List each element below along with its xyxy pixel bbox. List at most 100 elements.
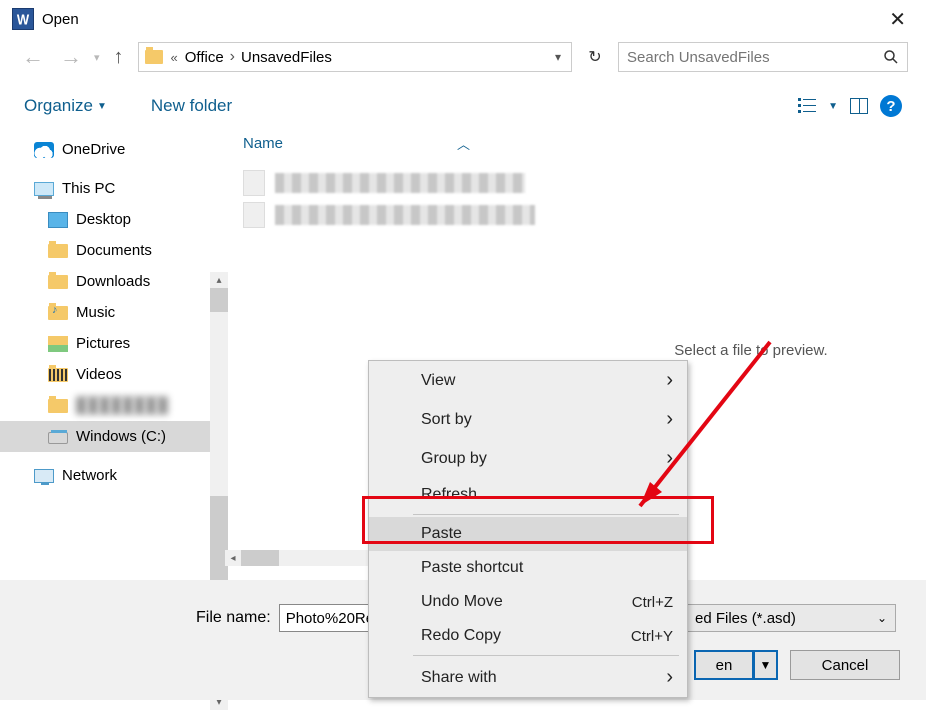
file-type-filter[interactable]: ed Files (*.asd) ⌄	[686, 604, 896, 632]
up-button[interactable]: ↑	[108, 46, 130, 69]
address-bar[interactable]: « Office › UnsavedFiles ▾	[138, 42, 572, 72]
word-app-icon: W	[12, 8, 34, 30]
toolbar: Organize ▼ New folder ▼ ?	[0, 82, 926, 130]
breadcrumb-seg-office[interactable]: Office	[179, 49, 230, 66]
folder-icon	[48, 275, 68, 289]
title-bar: W Open ✕	[0, 0, 926, 38]
open-label: en	[716, 657, 733, 674]
file-name-label: File name:	[196, 609, 271, 627]
nav-tree: OneDrive This PC Desktop Documents Downl…	[0, 130, 210, 570]
view-mode-button[interactable]	[798, 98, 816, 114]
tree-desktop[interactable]: Desktop	[0, 204, 210, 235]
folder-icon	[48, 244, 68, 258]
folder-icon	[145, 50, 163, 64]
preview-message: Select a file to preview.	[674, 342, 827, 359]
folder-icon	[48, 399, 68, 413]
open-button[interactable]: en	[694, 650, 754, 680]
tree-label: Videos	[76, 366, 122, 383]
address-dropdown[interactable]: ▾	[551, 50, 565, 64]
tree-onedrive[interactable]: OneDrive	[0, 134, 210, 165]
submenu-arrow-icon: ›	[666, 447, 673, 470]
chevron-down-icon: ⌄	[877, 611, 887, 625]
view-controls: ▼ ?	[798, 95, 902, 117]
ctx-paste-shortcut[interactable]: Paste shortcut	[369, 551, 687, 585]
ctx-label: Share with	[421, 669, 497, 687]
ctx-label: Paste	[421, 525, 462, 543]
ctx-group-by[interactable]: Group by›	[369, 439, 687, 478]
submenu-arrow-icon: ›	[666, 666, 673, 689]
tree-documents[interactable]: Documents	[0, 235, 210, 266]
tree-downloads[interactable]: Downloads	[0, 266, 210, 297]
ctx-label: Refresh	[421, 486, 477, 504]
new-folder-button[interactable]: New folder	[151, 96, 232, 116]
pc-icon	[34, 182, 54, 196]
ctx-shortcut: Ctrl+Z	[632, 594, 673, 611]
tree-label: This PC	[62, 180, 115, 197]
desktop-icon	[48, 212, 68, 228]
file-icon	[243, 202, 265, 228]
sort-indicator-icon[interactable]: ︿	[457, 134, 470, 153]
refresh-button[interactable]: ↻	[580, 42, 610, 72]
tree-label: OneDrive	[62, 141, 125, 158]
column-name[interactable]: Name	[243, 135, 283, 152]
forward-button[interactable]: →	[56, 44, 86, 70]
network-icon	[34, 469, 54, 483]
tree-windows-c[interactable]: Windows (C:)	[0, 421, 210, 452]
path-overflow-chevron[interactable]: «	[167, 50, 179, 65]
search-input[interactable]	[627, 49, 883, 66]
pictures-folder-icon	[48, 336, 68, 352]
back-button[interactable]: ←	[18, 44, 48, 70]
column-headers: Name ︿	[243, 130, 576, 167]
ctx-sort-by[interactable]: Sort by ›	[369, 400, 687, 439]
scroll-left-arrow[interactable]: ◂	[225, 553, 241, 564]
ctx-view[interactable]: View ›	[369, 361, 687, 400]
help-button[interactable]: ?	[880, 95, 902, 117]
filter-label: ed Files (*.asd)	[695, 610, 796, 627]
ctx-refresh[interactable]: Refresh	[369, 478, 687, 512]
open-split-button[interactable]: ▼	[754, 650, 778, 680]
music-folder-icon	[48, 306, 68, 320]
search-box[interactable]	[618, 42, 908, 72]
ctx-redo-copy[interactable]: Redo CopyCtrl+Y	[369, 619, 687, 653]
tree-this-pc[interactable]: This PC	[0, 173, 210, 204]
cloud-icon	[34, 142, 54, 158]
tree-videos[interactable]: Videos	[0, 359, 210, 390]
tree-network[interactable]: Network	[0, 460, 210, 491]
navigation-bar: ← → ▾ ↑ « Office › UnsavedFiles ▾ ↻	[0, 38, 926, 82]
drive-icon	[48, 432, 68, 444]
videos-folder-icon	[48, 368, 68, 382]
scrollbar-thumb[interactable]	[241, 550, 279, 566]
ctx-label: Undo Move	[421, 593, 503, 611]
tree-label: Windows (C:)	[76, 428, 166, 445]
file-row[interactable]	[243, 199, 576, 231]
tree-pictures[interactable]: Pictures	[0, 328, 210, 359]
dialog-title: Open	[42, 11, 79, 28]
ctx-paste[interactable]: Paste	[369, 517, 687, 551]
submenu-arrow-icon: ›	[666, 369, 673, 392]
tree-label: Pictures	[76, 335, 130, 352]
tree-label: Downloads	[76, 273, 150, 290]
file-icon	[243, 170, 265, 196]
ctx-label: Sort by	[421, 411, 472, 429]
cancel-button[interactable]: Cancel	[790, 650, 900, 680]
tree-label-redacted: ████████	[76, 397, 169, 414]
submenu-arrow-icon: ›	[666, 408, 673, 431]
view-mode-dropdown[interactable]: ▼	[828, 101, 838, 112]
ctx-shortcut: Ctrl+Y	[631, 628, 673, 645]
close-button[interactable]: ✕	[881, 7, 914, 32]
chevron-down-icon: ▼	[97, 101, 107, 112]
tree-label: Documents	[76, 242, 152, 259]
ctx-undo-move[interactable]: Undo Move Ctrl+Z	[369, 585, 687, 619]
file-row[interactable]	[243, 167, 576, 199]
organize-button[interactable]: Organize ▼	[24, 96, 107, 116]
tree-blurred-item[interactable]: ████████	[0, 390, 210, 421]
tree-label: Music	[76, 304, 115, 321]
history-dropdown[interactable]: ▾	[94, 51, 100, 64]
ctx-label: View	[421, 372, 455, 390]
preview-pane-toggle[interactable]	[850, 98, 868, 114]
ctx-share-with[interactable]: Share with ›	[369, 658, 687, 697]
file-name-redacted	[275, 205, 535, 225]
tree-music[interactable]: Music	[0, 297, 210, 328]
breadcrumb-seg-unsavedfiles[interactable]: UnsavedFiles	[235, 49, 338, 66]
ctx-separator	[413, 514, 679, 515]
